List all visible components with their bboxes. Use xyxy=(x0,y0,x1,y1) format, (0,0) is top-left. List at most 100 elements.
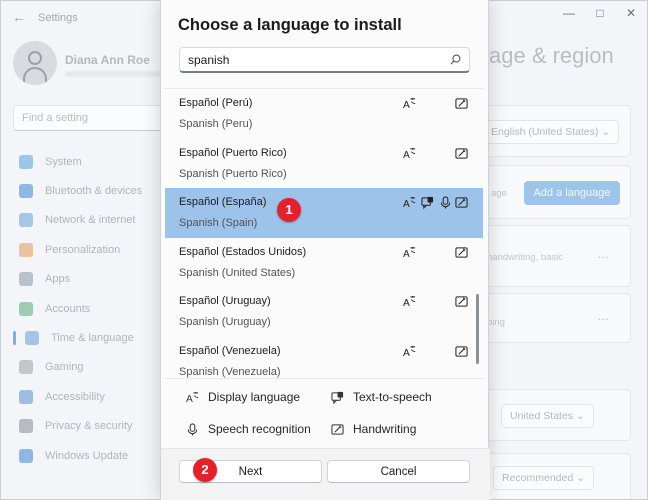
country-value: United States xyxy=(510,410,574,422)
sidebar-icon xyxy=(19,272,33,287)
text-to-speech-icon xyxy=(331,391,344,404)
sidebar-item-label: Gaming xyxy=(45,361,84,374)
display-language-icon: A xyxy=(403,97,416,110)
sidebar-item-label: Personalization xyxy=(45,243,121,256)
sidebar-item-gaming[interactable]: Gaming xyxy=(13,353,163,382)
sidebar-item-bluetooth-devices[interactable]: Bluetooth & devices xyxy=(13,176,163,205)
app-title: Settings xyxy=(38,12,78,24)
page-title: age & region xyxy=(489,43,614,68)
sidebar-item-label: Accessibility xyxy=(45,390,105,403)
sidebar-item-time-language[interactable]: Time & language xyxy=(13,323,163,352)
sidebar-item-privacy-security[interactable]: Privacy & security xyxy=(13,412,163,441)
cancel-button[interactable]: Cancel xyxy=(327,460,470,483)
sidebar-icon xyxy=(19,448,33,463)
display-language-icon: A xyxy=(403,295,416,308)
legend-handwriting: Handwriting xyxy=(331,422,416,436)
regional-format-value: Recommended xyxy=(502,472,574,484)
add-language-button[interactable]: Add a language xyxy=(524,181,620,205)
handwriting-icon xyxy=(455,296,468,307)
legend-display-language: A Display language xyxy=(186,390,300,404)
svg-text:A: A xyxy=(403,298,410,308)
display-language-icon: A xyxy=(186,391,199,404)
language-option[interactable]: Español (España) Spanish (Spain) A xyxy=(165,188,483,238)
svg-text:A: A xyxy=(403,100,410,110)
sidebar-icon xyxy=(19,360,33,375)
maximize-icon[interactable]: □ xyxy=(584,1,616,25)
language-search-box[interactable] xyxy=(179,47,470,73)
svg-text:A: A xyxy=(403,150,410,160)
svg-text:A: A xyxy=(186,394,193,404)
language-search-input[interactable] xyxy=(188,51,438,69)
sidebar-item-label: Network & internet xyxy=(45,214,136,227)
microphone-icon xyxy=(440,196,451,209)
more-options-icon[interactable]: … xyxy=(597,247,610,261)
sidebar-icon xyxy=(19,419,33,434)
display-language-icon: A xyxy=(403,345,416,358)
back-arrow-icon[interactable]: ← xyxy=(11,9,27,25)
text-to-speech-icon xyxy=(421,196,434,209)
callout-badge-1: 1 xyxy=(277,198,301,222)
sidebar-item-accounts[interactable]: Accounts xyxy=(13,294,163,323)
minimize-icon[interactable]: — xyxy=(553,1,585,25)
handwriting-icon xyxy=(455,147,468,159)
sidebar-item-label: Bluetooth & devices xyxy=(45,185,143,198)
choose-language-dialog: Choose a language to install Español (Pe… xyxy=(160,0,490,500)
handwriting-icon xyxy=(455,98,468,109)
display-language-icon: A xyxy=(403,246,416,259)
sidebar-nav: System Bluetooth & devices Network & inter… xyxy=(13,147,163,470)
sidebar-icon xyxy=(19,301,33,316)
svg-text:A: A xyxy=(403,348,410,358)
sidebar-icon xyxy=(19,184,33,199)
country-select[interactable]: United States ⌄ xyxy=(501,404,594,428)
sidebar-item-system[interactable]: System xyxy=(13,147,163,176)
legend-text-to-speech: Text-to-speech xyxy=(331,390,432,404)
regional-format-select[interactable]: Recommended ⌄ xyxy=(493,466,594,490)
legend-speech-recognition-label: Speech recognition xyxy=(208,422,311,436)
legend-display-language-label: Display language xyxy=(208,390,301,404)
find-setting-input[interactable]: Find a setting xyxy=(13,105,163,131)
display-language-icon: A xyxy=(403,196,416,209)
language-native-name: Español (España) xyxy=(179,196,267,208)
sidebar-icon xyxy=(19,213,33,228)
sidebar-item-personalization[interactable]: Personalization xyxy=(13,235,163,264)
sidebar-icon xyxy=(25,331,39,346)
legend-handwriting-label: Handwriting xyxy=(353,422,417,436)
sidebar-item-label: Windows Update xyxy=(45,449,129,462)
language-option[interactable]: Español (Venezuela) Spanish (Venezuela) A xyxy=(165,337,483,379)
display-language-select[interactable]: English (United States) ⌄ xyxy=(482,120,620,144)
list-scrollbar[interactable] xyxy=(476,294,479,364)
handwriting-icon xyxy=(455,197,468,208)
handwriting-icon xyxy=(331,423,344,435)
sidebar-item-network-internet[interactable]: Network & internet xyxy=(13,206,163,235)
language-option[interactable]: Español (Perú) Spanish (Peru) A xyxy=(165,89,483,139)
language-english-name: Spanish (Uruguay) xyxy=(179,316,271,328)
preferred-languages-text: age xyxy=(491,188,507,199)
language-option[interactable]: Español (Puerto Rico) Spanish (Puerto Ric… xyxy=(165,139,483,189)
language-option[interactable]: Español (Uruguay) Spanish (Uruguay) A xyxy=(165,287,483,337)
sidebar-item-label: Accounts xyxy=(45,302,91,315)
display-language-icon: A xyxy=(403,147,416,160)
language-english-name: Spanish (Puerto Rico) xyxy=(179,167,287,180)
svg-text:A: A xyxy=(403,249,410,259)
sidebar-item-label: Privacy & security xyxy=(45,420,133,433)
close-icon[interactable]: ✕ xyxy=(615,1,647,25)
language-native-name: Español (Uruguay) xyxy=(179,295,271,307)
sidebar-item-accessibility[interactable]: Accessibility xyxy=(13,382,163,411)
language-option[interactable]: Español (Estados Unidos) Spanish (United … xyxy=(165,238,483,288)
sidebar-item-label: Apps xyxy=(45,273,71,286)
sidebar-item-label: System xyxy=(45,155,82,168)
sidebar-item-windows-update[interactable]: Windows Update xyxy=(13,441,163,470)
language-english-name: Spanish (United States) xyxy=(179,266,296,279)
language-native-name: Español (Venezuela) xyxy=(179,344,281,357)
language-english-name: Spanish (Spain) xyxy=(179,217,258,229)
language-features-text: handwriting, basic xyxy=(487,252,564,263)
dialog-title: Choose a language to install xyxy=(178,16,402,34)
language-english-name: Spanish (Peru) xyxy=(179,118,253,130)
language-list[interactable]: Español (Perú) Spanish (Peru) A Español (Pu… xyxy=(165,88,485,379)
more-options-icon-2[interactable]: … xyxy=(597,309,610,323)
avatar xyxy=(13,41,57,85)
sidebar-icon xyxy=(19,389,33,404)
search-icon[interactable] xyxy=(450,54,461,65)
language-native-name: Español (Estados Unidos) xyxy=(179,245,307,258)
sidebar-item-apps[interactable]: Apps xyxy=(13,265,163,294)
